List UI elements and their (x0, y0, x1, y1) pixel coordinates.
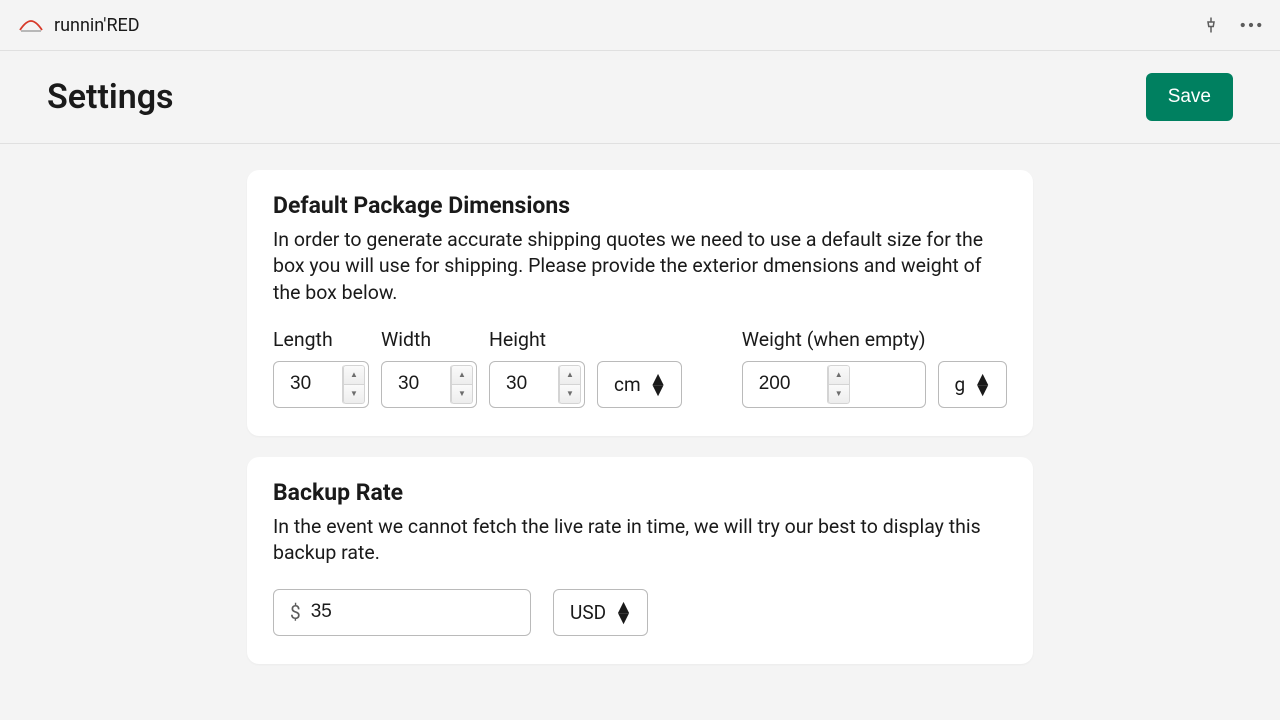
length-input-wrapper: ▲ ▼ (273, 361, 369, 408)
width-input-wrapper: ▲ ▼ (381, 361, 477, 408)
width-up-icon[interactable]: ▲ (451, 365, 473, 384)
topbar-left: runnin'RED (18, 15, 140, 36)
weight-input[interactable] (743, 362, 827, 407)
weight-up-icon[interactable]: ▲ (828, 365, 850, 384)
app-name: runnin'RED (54, 15, 140, 36)
dimensions-card: Default Package Dimensions In order to g… (247, 170, 1033, 436)
backup-desc: In the event we cannot fetch the live ra… (273, 514, 1007, 567)
height-down-icon[interactable]: ▼ (559, 384, 581, 404)
height-input-wrapper: ▲ ▼ (489, 361, 585, 408)
content: Default Package Dimensions In order to g… (0, 144, 1280, 690)
weight-down-icon[interactable]: ▼ (828, 384, 850, 404)
dimensions-desc: In order to generate accurate shipping q… (273, 227, 1007, 306)
width-label: Width (381, 328, 477, 351)
weight-unit-select[interactable]: g ▲▼ (938, 361, 1007, 408)
weight-fields: Weight (when empty) ▲ ▼ g ▲▼ (742, 328, 1007, 408)
pin-icon[interactable] (1202, 16, 1220, 34)
select-arrows-icon: ▲▼ (649, 373, 668, 396)
backup-rate-input[interactable] (311, 601, 531, 623)
app-logo-icon (18, 18, 44, 33)
weight-label: Weight (when empty) (742, 328, 926, 351)
height-input[interactable] (490, 362, 558, 407)
dimensions-title: Default Package Dimensions (273, 192, 1007, 219)
weight-input-wrapper: ▲ ▼ (742, 361, 926, 408)
height-field: Height ▲ ▼ (489, 328, 585, 408)
save-button[interactable]: Save (1146, 73, 1233, 121)
weight-unit-value: g (955, 373, 966, 396)
size-fields: Length ▲ ▼ Width ▲ (273, 328, 682, 408)
length-label: Length (273, 328, 369, 351)
width-down-icon[interactable]: ▼ (451, 384, 473, 404)
length-input[interactable] (274, 362, 342, 407)
weight-spinner: ▲ ▼ (827, 365, 850, 404)
length-field: Length ▲ ▼ (273, 328, 369, 408)
size-unit-field: cm ▲▼ (597, 361, 682, 408)
topbar-right (1202, 16, 1262, 34)
height-label: Height (489, 328, 585, 351)
size-unit-select[interactable]: cm ▲▼ (597, 361, 682, 408)
dimensions-fields: Length ▲ ▼ Width ▲ (273, 328, 1007, 408)
currency-value: USD (570, 601, 606, 624)
topbar: runnin'RED (0, 0, 1280, 51)
currency-select[interactable]: USD ▲▼ (553, 589, 648, 636)
width-input[interactable] (382, 362, 450, 407)
height-spinner: ▲ ▼ (558, 365, 581, 404)
page-title: Settings (47, 77, 174, 117)
backup-card: Backup Rate In the event we cannot fetch… (247, 457, 1033, 664)
weight-unit-field: g ▲▼ (938, 361, 1007, 408)
backup-fields: $ ▲ ▼ USD ▲▼ (273, 589, 1007, 636)
length-down-icon[interactable]: ▼ (343, 384, 365, 404)
length-spinner: ▲ ▼ (342, 365, 365, 404)
size-unit-value: cm (614, 373, 641, 396)
height-up-icon[interactable]: ▲ (559, 365, 581, 384)
width-field: Width ▲ ▼ (381, 328, 477, 408)
currency-symbol: $ (274, 601, 311, 624)
weight-field: Weight (when empty) ▲ ▼ (742, 328, 926, 408)
length-up-icon[interactable]: ▲ (343, 365, 365, 384)
page-header: Settings Save (0, 51, 1280, 144)
backup-rate-input-wrapper: $ ▲ ▼ (273, 589, 531, 636)
width-spinner: ▲ ▼ (450, 365, 473, 404)
backup-title: Backup Rate (273, 479, 1007, 506)
more-icon[interactable] (1240, 16, 1262, 34)
select-arrows-icon: ▲▼ (973, 373, 992, 396)
select-arrows-icon: ▲▼ (614, 601, 633, 624)
